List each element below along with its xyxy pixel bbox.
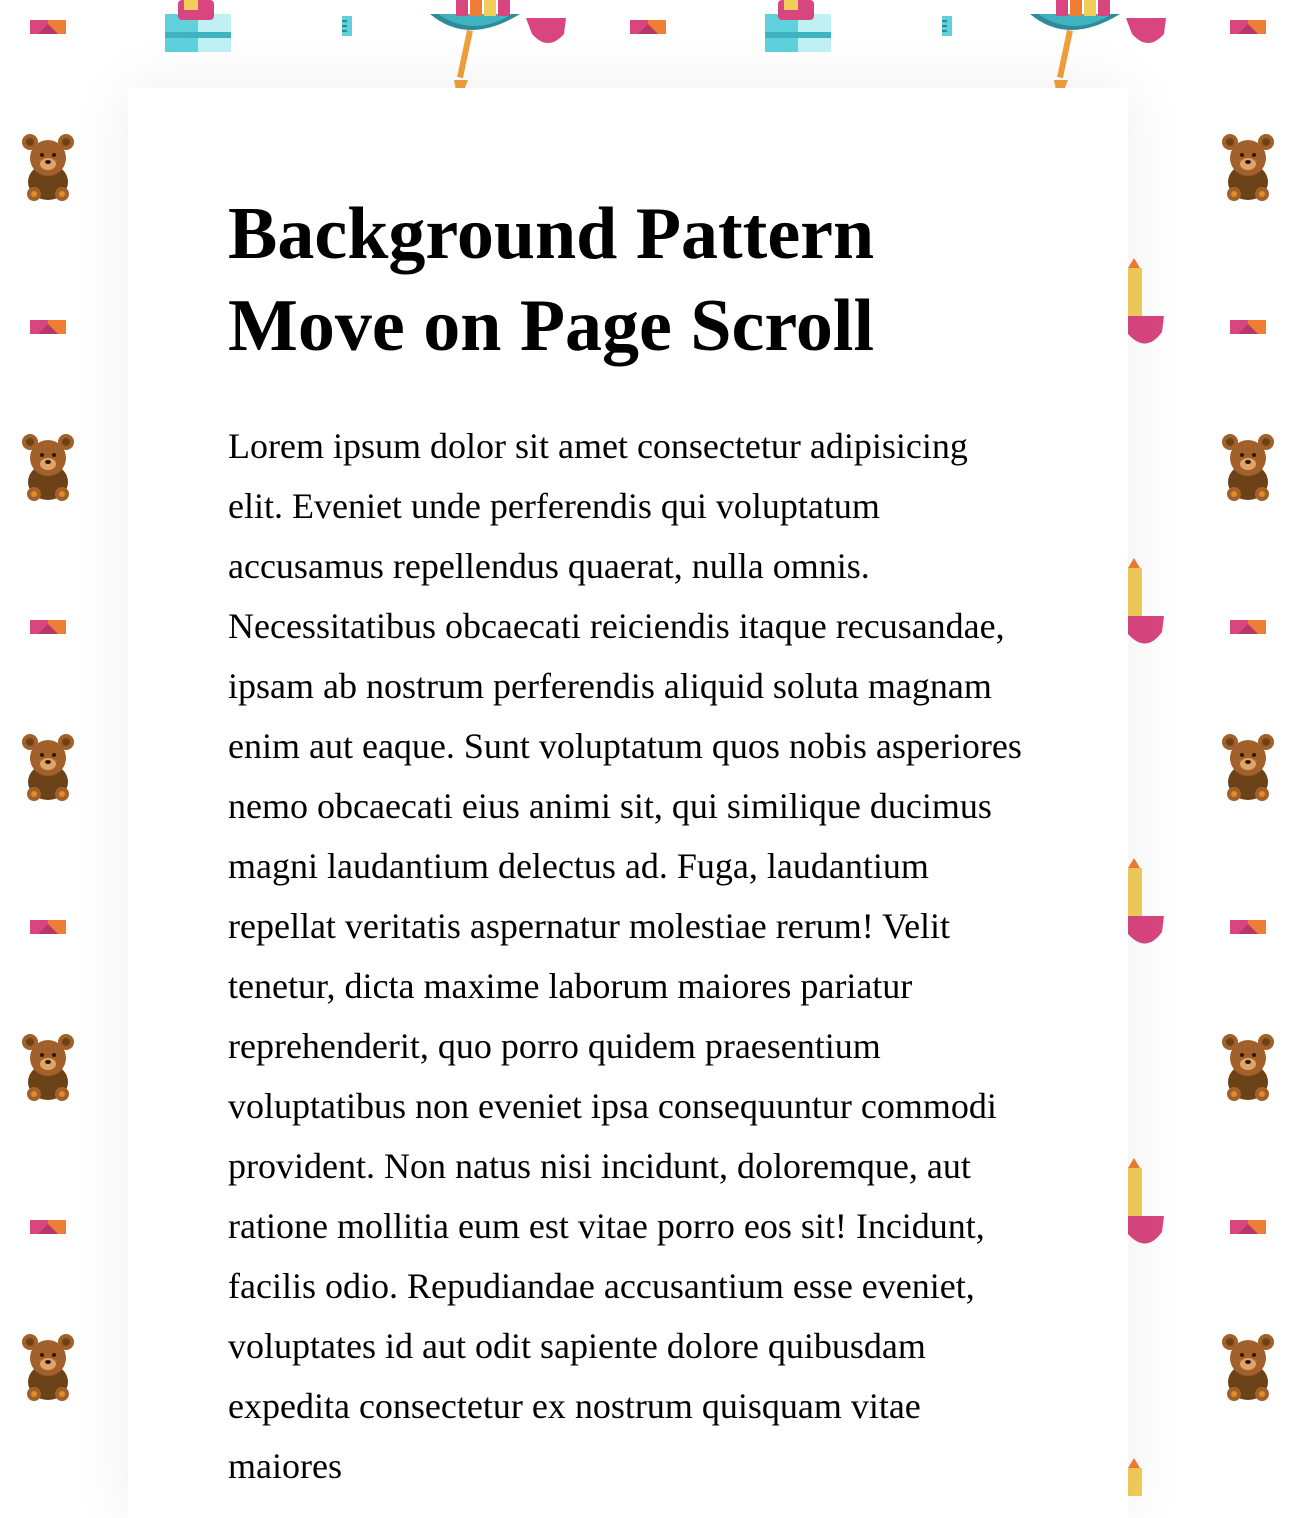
body-paragraph: Lorem ipsum dolor sit amet consectetur a… — [228, 426, 1022, 1486]
pinwheel-icon — [1230, 920, 1266, 934]
ruler-icon — [942, 16, 952, 36]
pinwheel-icon — [30, 20, 66, 34]
teddy-bear-icon — [22, 1334, 74, 1401]
page-title: Background Pattern Move on Page Scroll — [228, 193, 875, 367]
toy-bucket-icon — [1030, 0, 1166, 90]
teddy-bear-icon — [1222, 1034, 1274, 1101]
teddy-bear-icon — [22, 734, 74, 801]
ruler-icon — [342, 16, 352, 36]
teddy-bear-icon — [1222, 734, 1274, 801]
toy-blocks-icon — [165, 0, 231, 52]
pinwheel-icon — [1230, 320, 1266, 334]
toy-bucket-icon — [430, 0, 566, 90]
pinwheel-icon — [1230, 1220, 1266, 1234]
pinwheel-icon — [630, 20, 666, 34]
teddy-bear-icon — [1222, 434, 1274, 501]
pinwheel-icon — [30, 620, 66, 634]
pinwheel-icon — [30, 320, 66, 334]
pinwheel-icon — [1230, 620, 1266, 634]
teddy-bear-icon — [22, 134, 74, 201]
pinwheel-icon — [30, 920, 66, 934]
teddy-bear-icon — [1222, 134, 1274, 201]
content-card: Background Pattern Move on Page Scroll L… — [128, 88, 1128, 1518]
toy-blocks-icon — [765, 0, 831, 52]
teddy-bear-icon — [22, 1034, 74, 1101]
pinwheel-icon — [1230, 20, 1266, 34]
teddy-bear-icon — [22, 434, 74, 501]
teddy-bear-icon — [1222, 1334, 1274, 1401]
pinwheel-icon — [30, 1220, 66, 1234]
